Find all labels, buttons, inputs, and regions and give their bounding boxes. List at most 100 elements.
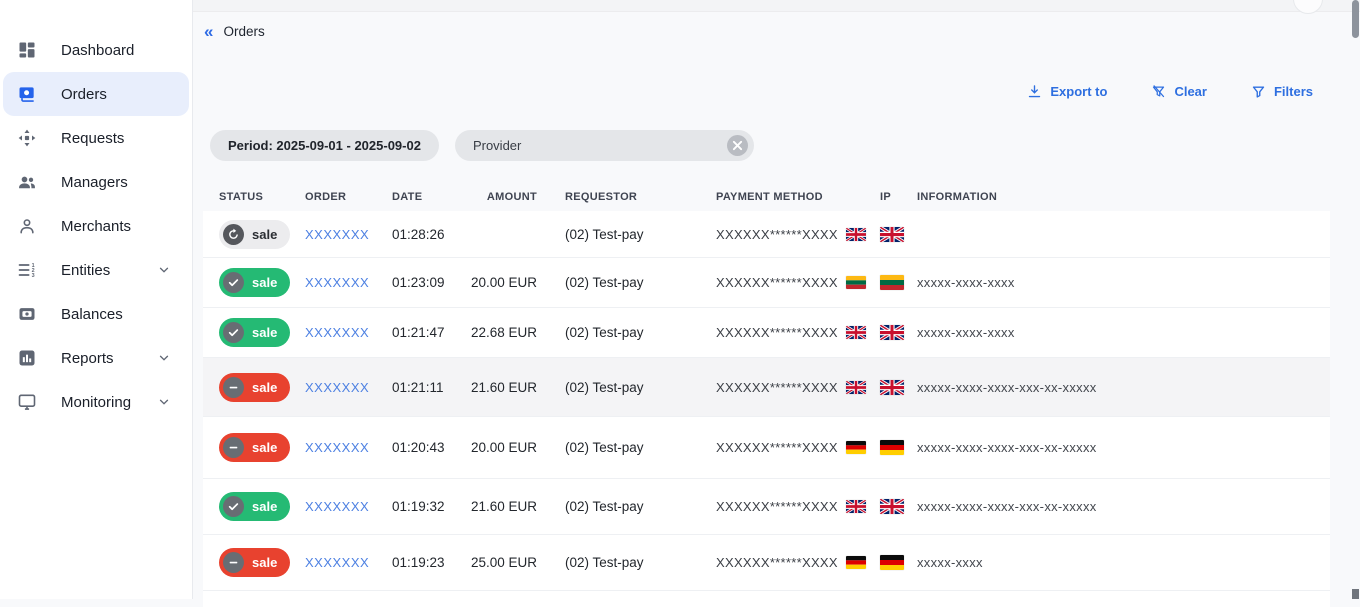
ip-country-flag-icon	[880, 275, 904, 290]
table-row[interactable]: sale XXXXXXX 01:23:09 20.00 EUR (02) Tes…	[203, 258, 1330, 308]
card-number: XXXXXX******XXXX	[716, 440, 838, 455]
top-strip	[193, 0, 1360, 12]
column-header-information: INFORMATION	[917, 191, 1330, 203]
payment-method-cell: XXXXXX******XXXX	[716, 555, 880, 570]
chevron-down-icon	[157, 395, 171, 409]
status-badge-label: sale	[252, 227, 277, 242]
payment-country-flag-icon	[846, 326, 866, 339]
sidebar-item-balances[interactable]: Balances	[3, 292, 189, 336]
information-cell: xxxxx-xxxx-xxxx-xxx-xx-xxxxx	[917, 440, 1330, 455]
amount-cell: 21.60 EUR	[462, 499, 537, 514]
check-icon	[223, 496, 244, 517]
card-number: XXXXXX******XXXX	[716, 325, 838, 340]
remove-provider-filter-icon[interactable]	[727, 135, 748, 156]
sidebar: Dashboard Orders Requests Managers Merch…	[0, 0, 193, 599]
order-link[interactable]: XXXXXXX	[305, 325, 392, 340]
order-link[interactable]: XXXXXXX	[305, 440, 392, 455]
provider-filter-chip[interactable]: Provider	[455, 130, 754, 161]
order-link[interactable]: XXXXXXX	[305, 275, 392, 290]
card-number: XXXXXX******XXXX	[716, 555, 838, 570]
order-link[interactable]: XXXXXXX	[305, 380, 392, 395]
table-row[interactable]: sale XXXXXXX 01:28:26 (02) Test-pay XXXX…	[203, 211, 1330, 258]
status-badge: sale	[219, 373, 290, 402]
filters-button[interactable]: Filters	[1251, 84, 1313, 99]
ip-cell	[880, 499, 917, 514]
provider-chip-label: Provider	[473, 138, 521, 153]
requestor-cell: (02) Test-pay	[537, 325, 716, 340]
status-cell: sale	[219, 220, 305, 249]
ip-cell	[880, 555, 917, 570]
sidebar-item-entities[interactable]: 123 Entities	[3, 248, 189, 292]
sidebar-item-label: Entities	[61, 262, 110, 279]
table-row[interactable]: sale XXXXXXX 01:21:47 22.68 EUR (02) Tes…	[203, 308, 1330, 358]
payment-method-cell: XXXXXX******XXXX	[716, 227, 880, 242]
status-cell: sale	[219, 318, 305, 347]
refresh-icon	[223, 224, 244, 245]
table-row[interactable]: sale XXXXXXX 01:21:11 21.60 EUR (02) Tes…	[203, 358, 1330, 417]
main-content: « Orders Export to Clear Filters Period:…	[193, 0, 1360, 599]
date-cell: 01:23:09	[392, 275, 462, 290]
chevron-down-icon	[157, 351, 171, 365]
table-row[interactable]: sale XXXXXXX 01:20:43 20.00 EUR (02) Tes…	[203, 417, 1330, 479]
payment-method-cell: XXXXXX******XXXX	[716, 499, 880, 514]
card-number: XXXXXX******XXXX	[716, 275, 838, 290]
check-icon	[223, 272, 244, 293]
ip-cell	[880, 325, 917, 340]
requestor-cell: (02) Test-pay	[537, 555, 716, 570]
date-cell: 01:21:47	[392, 325, 462, 340]
requestor-cell: (02) Test-pay	[537, 440, 716, 455]
scrollbar-corner	[1352, 589, 1359, 599]
column-header-date: DATE	[392, 191, 462, 203]
payment-country-flag-icon	[846, 228, 866, 241]
collapse-back-icon[interactable]: «	[204, 23, 212, 40]
sidebar-item-monitoring[interactable]: Monitoring	[3, 380, 189, 424]
status-cell: sale	[219, 433, 305, 462]
clear-button[interactable]: Clear	[1151, 84, 1207, 99]
date-cell: 01:28:26	[392, 227, 462, 242]
sidebar-item-label: Dashboard	[61, 42, 134, 59]
requestor-cell: (02) Test-pay	[537, 227, 716, 242]
period-filter-chip[interactable]: Period: 2025-09-01 - 2025-09-02	[210, 130, 439, 161]
sidebar-item-orders[interactable]: Orders	[3, 72, 189, 116]
sidebar-item-merchants[interactable]: Merchants	[3, 204, 189, 248]
ip-cell	[880, 227, 917, 242]
date-cell: 01:21:11	[392, 380, 462, 395]
sidebar-item-managers[interactable]: Managers	[3, 160, 189, 204]
export-button[interactable]: Export to	[1027, 84, 1107, 99]
sidebar-item-label: Requests	[61, 130, 124, 147]
sidebar-item-requests[interactable]: Requests	[3, 116, 189, 160]
clear-button-label: Clear	[1174, 84, 1207, 99]
sidebar-item-dashboard[interactable]: Dashboard	[3, 28, 189, 72]
requests-icon	[17, 128, 37, 148]
column-header-requestor: REQUESTOR	[537, 191, 716, 203]
merchants-icon	[17, 216, 37, 236]
column-header-order: ORDER	[305, 191, 392, 203]
page-title: Orders	[223, 24, 264, 39]
ip-country-flag-icon	[880, 555, 904, 570]
ip-cell	[880, 275, 917, 290]
status-badge: sale	[219, 433, 290, 462]
order-link[interactable]: XXXXXXX	[305, 227, 392, 242]
sidebar-item-label: Merchants	[61, 218, 131, 235]
table-row[interactable]: sale XXXXXXX 01:19:32 21.60 EUR (02) Tes…	[203, 479, 1330, 535]
order-link[interactable]: XXXXXXX	[305, 499, 392, 514]
payment-method-cell: XXXXXX******XXXX	[716, 325, 880, 340]
ip-country-flag-icon	[880, 227, 904, 242]
payment-method-cell: XXXXXX******XXXX	[716, 275, 880, 290]
orders-table: STATUSORDERDATEAMOUNTREQUESTORPAYMENT ME…	[203, 183, 1330, 607]
status-badge: sale	[219, 220, 290, 249]
minus-icon	[223, 552, 244, 573]
ip-country-flag-icon	[880, 499, 904, 514]
table-row[interactable]: sale XXXXXXX 01:19:23 25.00 EUR (02) Tes…	[203, 535, 1330, 591]
page-header: « Orders	[204, 23, 265, 40]
status-badge-label: sale	[252, 275, 277, 290]
date-cell: 01:19:23	[392, 555, 462, 570]
sidebar-item-reports[interactable]: Reports	[3, 336, 189, 380]
information-cell: xxxxx-xxxx-xxxx	[917, 275, 1330, 290]
amount-cell: 20.00 EUR	[462, 440, 537, 455]
column-header-amount: AMOUNT	[462, 191, 537, 203]
vertical-scrollbar-thumb[interactable]	[1352, 0, 1359, 38]
download-icon	[1027, 84, 1042, 99]
order-link[interactable]: XXXXXXX	[305, 555, 392, 570]
information-cell: xxxxx-xxxx	[917, 555, 1330, 570]
